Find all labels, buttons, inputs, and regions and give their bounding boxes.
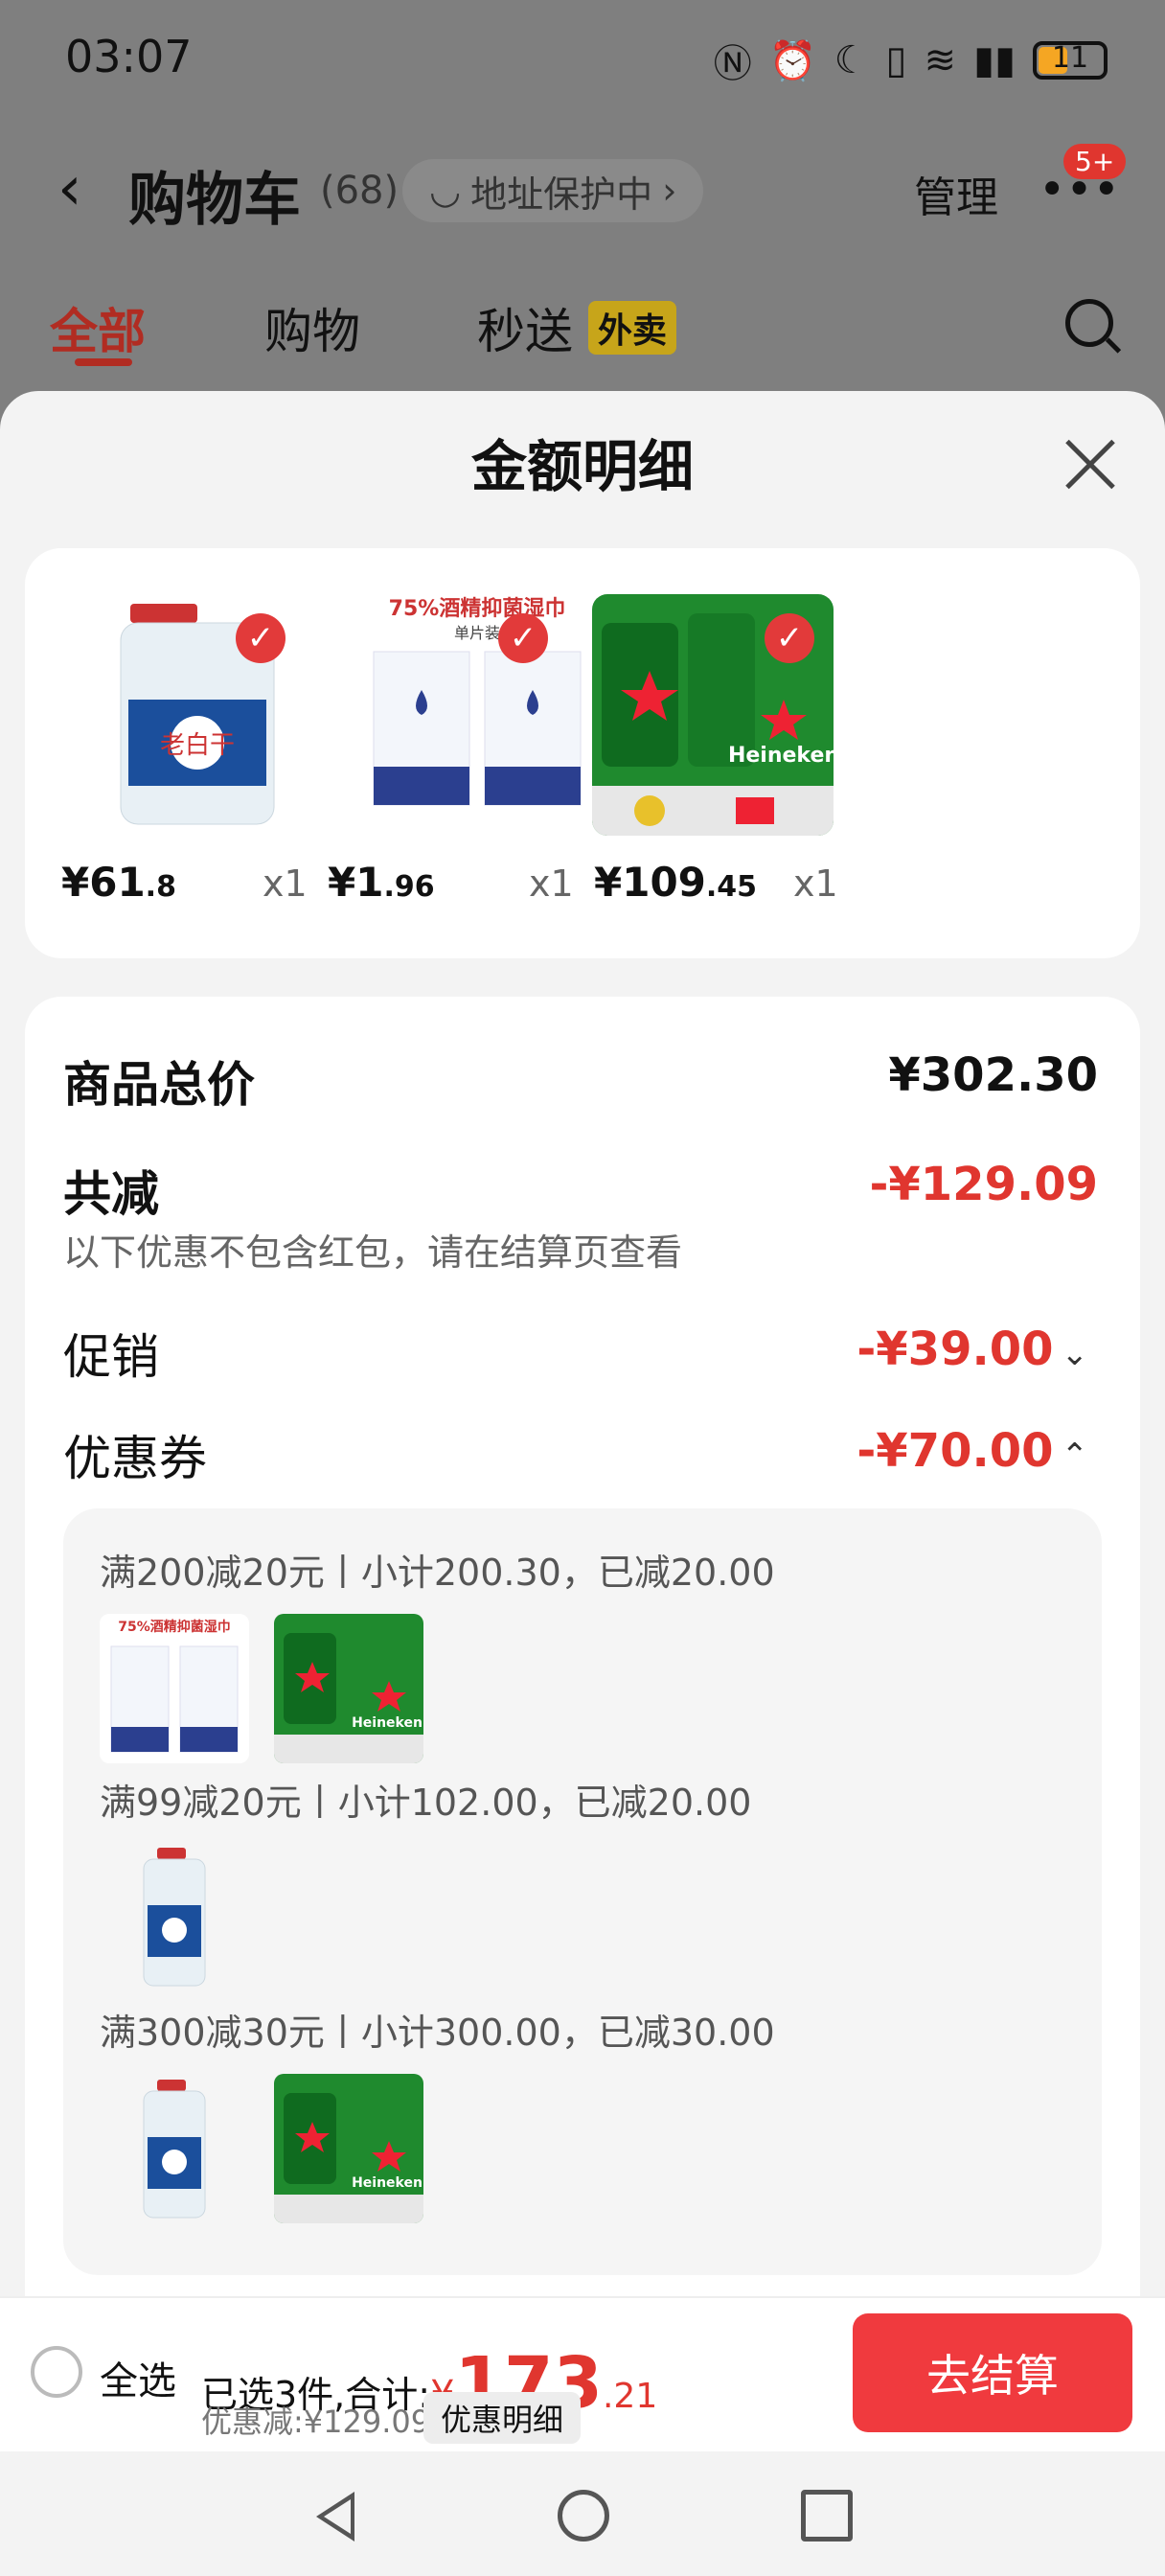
tab-shopping[interactable]: 购物 <box>264 293 360 362</box>
thumb-liquor <box>100 2074 249 2223</box>
checkout-button[interactable]: 去结算 <box>853 2313 1132 2432</box>
tab-miaosong[interactable]: 秒送 <box>477 293 573 362</box>
product-price: ¥1.96 <box>328 859 435 906</box>
select-all-label[interactable]: 全选 <box>100 2350 176 2405</box>
notification-badge: 5+ <box>1063 144 1127 179</box>
check-icon[interactable]: ✓ <box>765 613 814 663</box>
nfc-icon: Ⓝ <box>713 42 752 86</box>
reduce-label: 共减 <box>63 1166 159 1222</box>
alarm-icon: ⏰ <box>768 38 817 83</box>
coupon-line: 满99减20元丨小计102.00，已减20.00 <box>100 1782 752 1824</box>
moon-icon: ☾ <box>834 38 869 82</box>
vibrate-icon: ▯ <box>885 38 907 82</box>
wipes-title-text: 75%酒精抑菌湿巾 <box>389 596 566 621</box>
product-image-wipes[interactable]: 75%酒精抑菌湿巾 单片装 <box>356 594 598 836</box>
wifi-icon: ≋ <box>924 38 956 82</box>
liquor-label-text: 老白干 <box>160 731 235 760</box>
product-price: ¥109.45 <box>594 859 758 906</box>
select-all-radio[interactable] <box>31 2346 82 2398</box>
coupon-line: 满200减20元丨小计200.30，已减20.00 <box>100 1552 775 1594</box>
discount-detail-button[interactable]: 优惠明细 <box>423 2392 582 2444</box>
chevron-down-icon: ⌄ <box>1061 1335 1089 1373</box>
coupon-label: 优惠券 <box>63 1431 207 1486</box>
cart-count: (68) <box>320 169 400 213</box>
address-protection-pill[interactable]: ◡ 地址保护中 › <box>402 159 704 222</box>
status-icons: Ⓝ ⏰ ☾ ▯ ≋ ▮▮ 11 <box>714 33 1108 88</box>
manage-button[interactable]: 管理 <box>914 163 998 224</box>
nav-back-icon-inner <box>324 2499 351 2534</box>
tab-underline <box>75 358 132 366</box>
close-icon[interactable] <box>1063 439 1117 493</box>
product-qty: x1 <box>263 862 308 905</box>
total-price-label: 商品总价 <box>63 1057 255 1113</box>
check-icon[interactable]: ✓ <box>236 613 286 663</box>
product-image-liquor[interactable]: 老白干 <box>92 594 333 836</box>
takeaway-tag: 外卖 <box>588 301 677 355</box>
signal-icon: ▮▮ <box>972 38 1016 82</box>
sheet-title: 金额明细 <box>470 434 694 499</box>
nav-home-icon[interactable] <box>558 2490 609 2542</box>
product-price: ¥61.8 <box>61 859 176 906</box>
total-price-value: ¥302.30 <box>888 1048 1098 1102</box>
promo-label: 促销 <box>63 1329 159 1385</box>
thumb-heineken: Heineken <box>274 1614 423 1763</box>
battery-icon: 11 <box>1033 41 1108 80</box>
wipes-sub-text: 单片装 <box>454 624 500 642</box>
nav-recents-icon[interactable] <box>801 2490 853 2542</box>
back-arrow-icon[interactable]: ‹ <box>57 153 82 224</box>
search-icon[interactable] <box>1065 299 1113 347</box>
status-bar: 03:07 Ⓝ ⏰ ☾ ▯ ≋ ▮▮ 11 <box>0 0 1165 115</box>
tab-all[interactable]: 全部 <box>50 293 146 362</box>
chevron-right-icon: › <box>662 170 677 212</box>
reduce-value: -¥129.09 <box>869 1158 1098 1211</box>
coupon-line: 满300减30元丨小计300.00，已减30.00 <box>100 2012 775 2054</box>
page-title: 购物车 <box>128 167 301 234</box>
coupon-row[interactable]: -¥70.00 ⌃ <box>857 1424 1088 1478</box>
thumb-wipes: 75%酒精抑菌湿巾 <box>100 1614 249 1763</box>
smile-icon: ◡ <box>429 170 462 212</box>
thumb-heineken-text: Heineken <box>352 1715 423 1731</box>
thumb-heineken: Heineken <box>274 2074 423 2223</box>
heineken-text: Heineken <box>728 744 834 768</box>
thumb-heineken-text: Heineken <box>352 2175 423 2191</box>
reduce-note: 以下优惠不包含红包，请在结算页查看 <box>63 1231 683 1274</box>
thumb-liquor <box>100 1842 249 1991</box>
thumb-wipes-text: 75%酒精抑菌湿巾 <box>118 1619 231 1635</box>
product-qty: x1 <box>529 862 574 905</box>
check-icon[interactable]: ✓ <box>498 613 548 663</box>
product-qty: x1 <box>793 862 838 905</box>
discount-text: 优惠减:¥129.09 <box>201 2404 431 2440</box>
chevron-up-icon: ⌃ <box>1061 1437 1089 1475</box>
status-time: 03:07 <box>65 31 193 82</box>
promo-row[interactable]: -¥39.00 ⌄ <box>857 1322 1088 1376</box>
